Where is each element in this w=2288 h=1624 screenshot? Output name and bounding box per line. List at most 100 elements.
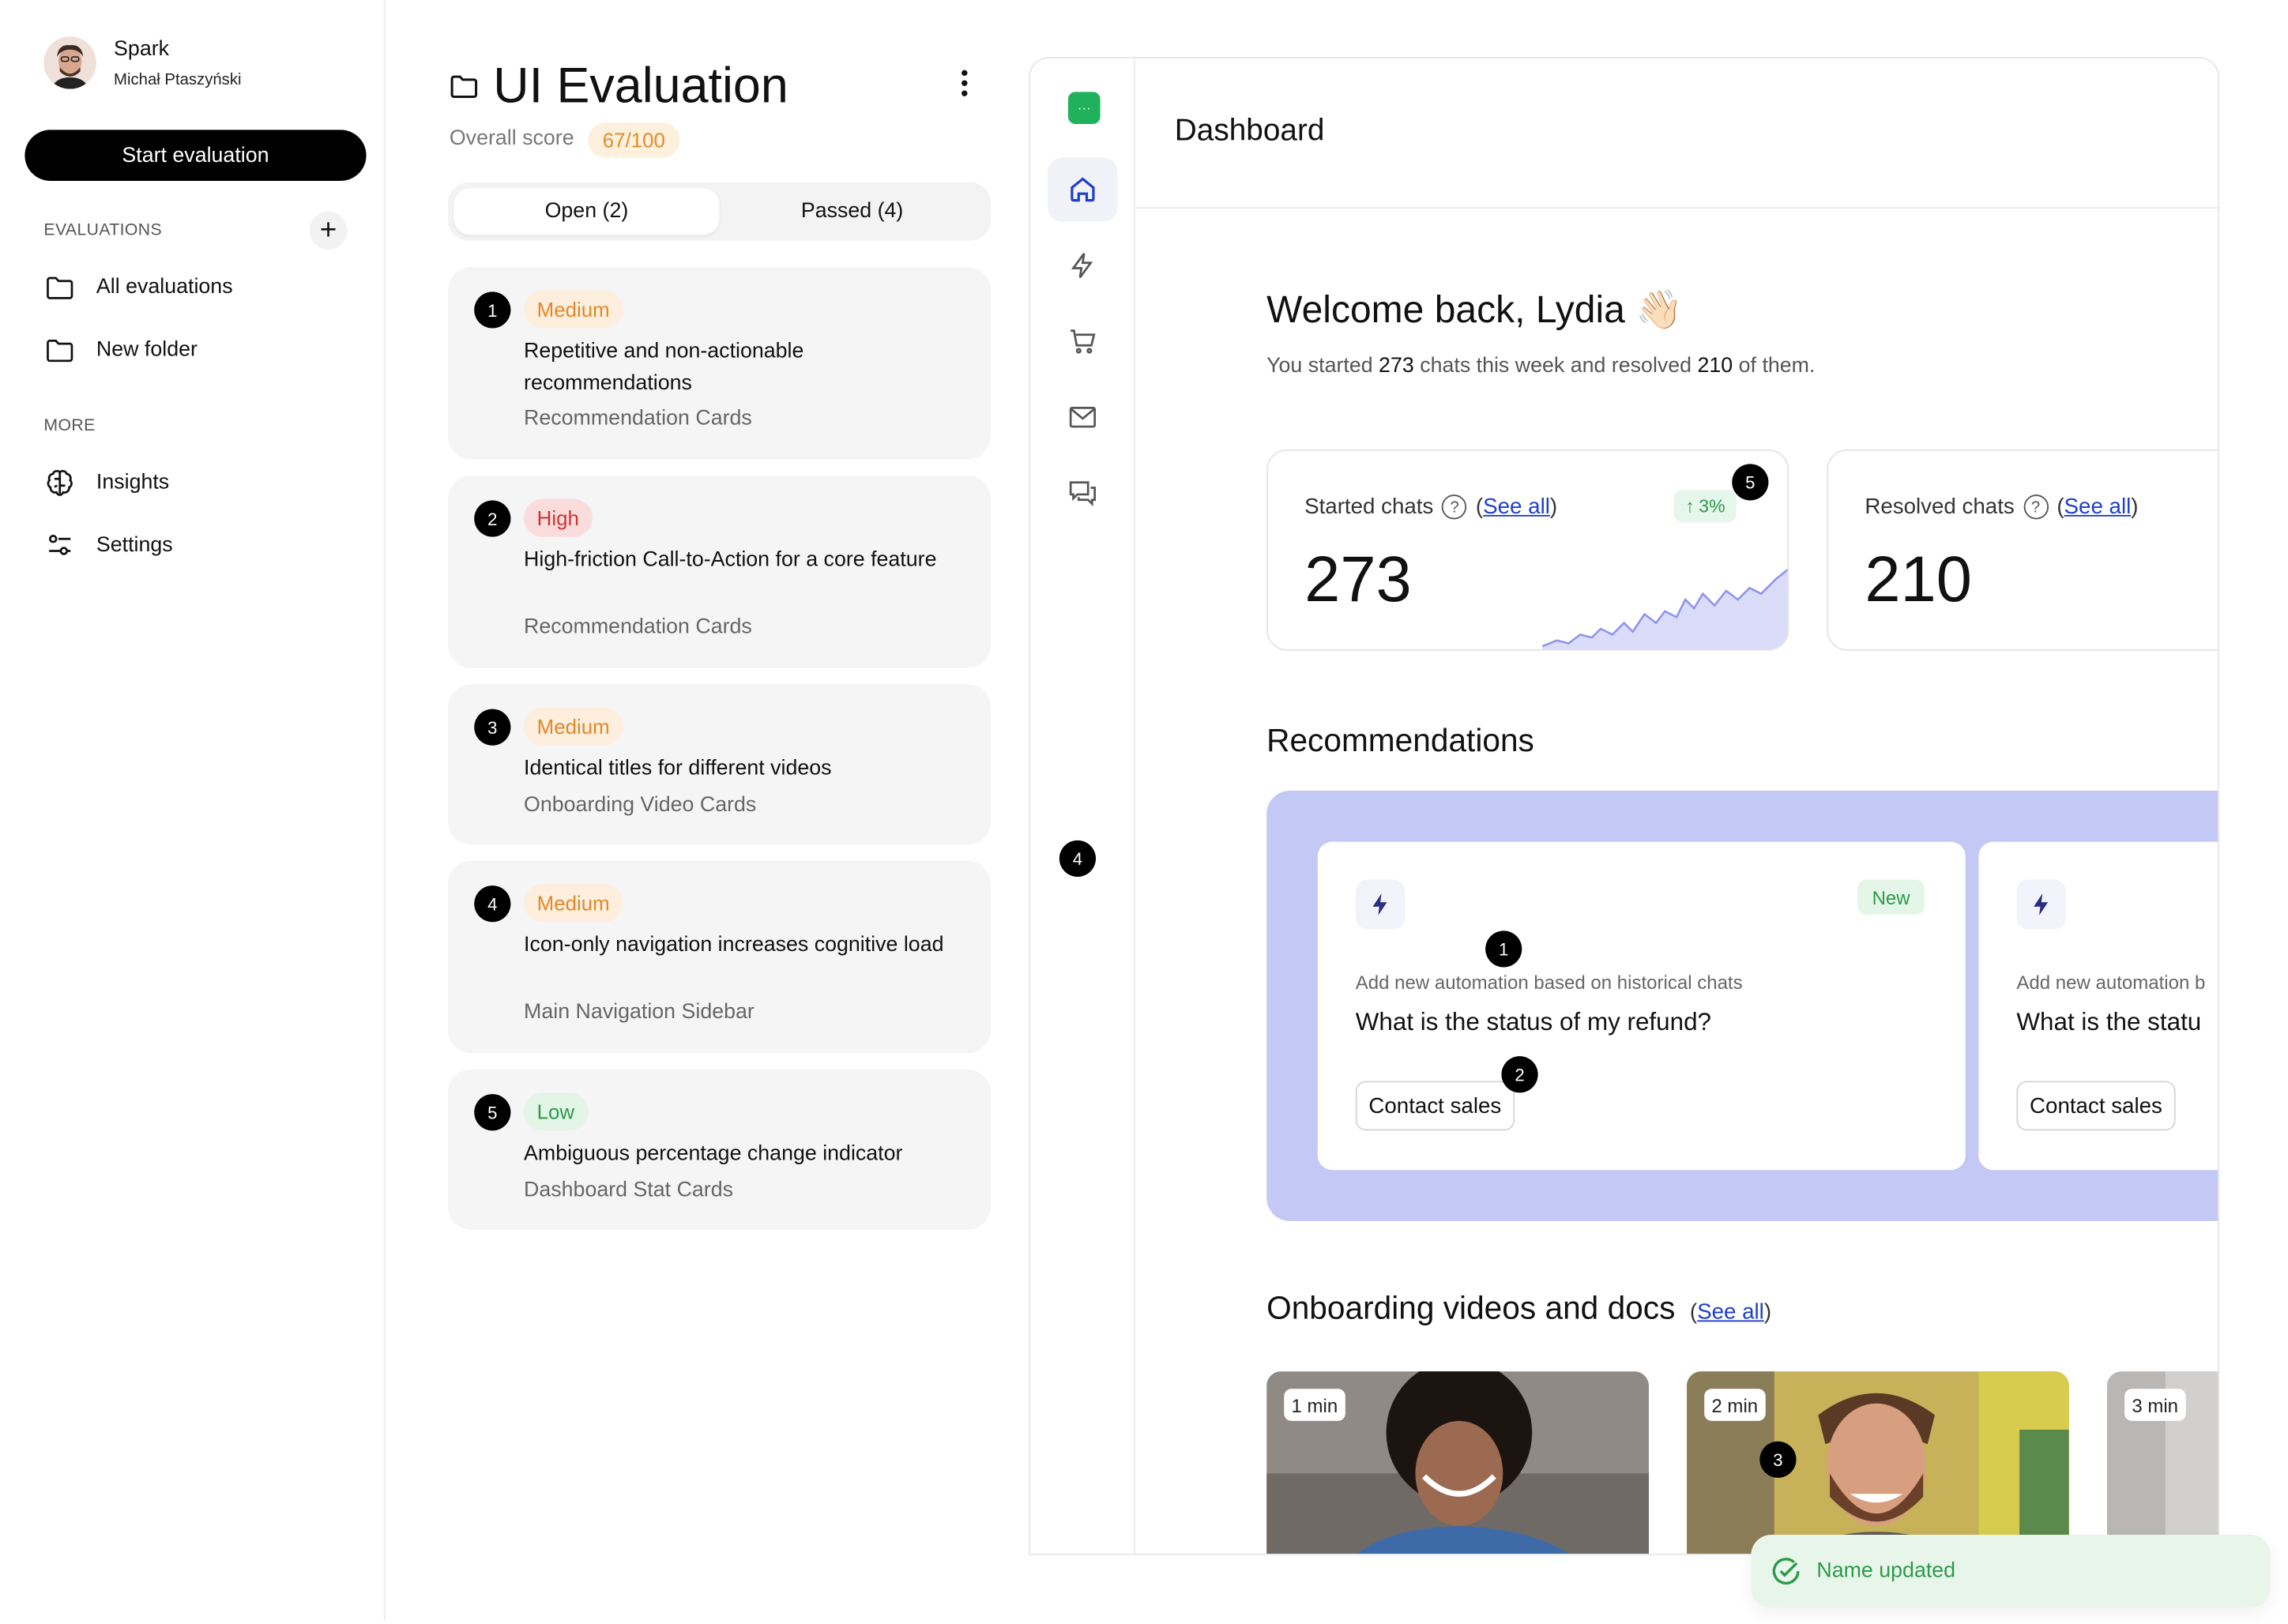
issue-title: Identical titles for different videos [524, 757, 832, 781]
stat-card-started: Started chats? (See all) 273 ↑ 3% 5 [1266, 449, 1789, 651]
kebab-icon [961, 70, 968, 77]
issue-component: Main Navigation Sidebar [524, 1000, 755, 1024]
onboarding-header: Onboarding videos and docs (See all) [1266, 1289, 1772, 1326]
delta-badge: ↑ 3% [1673, 490, 1737, 523]
severity-badge: Low [524, 1092, 588, 1131]
stat-card-resolved: Resolved chats? (See all) 210 [1827, 449, 2218, 651]
issue-number: 2 [474, 500, 511, 537]
sidebar-item-label: Insights [96, 471, 170, 495]
duration-badge: 3 min [2124, 1389, 2186, 1421]
issue-component: Recommendation Cards [524, 407, 752, 430]
rail-mail[interactable] [1048, 385, 1118, 449]
tab-open[interactable]: Open (2) [453, 188, 720, 235]
logo-icon: ··· [1067, 92, 1101, 124]
new-badge: New [1857, 879, 1925, 915]
recommendation-card[interactable]: Add new automation b What is the statu C… [1978, 841, 2218, 1171]
sidebar-item-all-evaluations[interactable]: All evaluations [43, 269, 233, 306]
issue-card[interactable]: 1 Medium Repetitive and non-actionable r… [447, 266, 992, 460]
toast-message: Name updated [1816, 1559, 1956, 1583]
contact-sales-button[interactable]: Contact sales [1355, 1081, 1515, 1131]
folder-icon [47, 340, 73, 363]
issue-tabs: Open (2) Passed (4) [447, 182, 992, 241]
cart-icon [1071, 329, 1096, 354]
sidebar-item-label: New folder [96, 338, 198, 363]
issue-title: Icon-only navigation increases cognitive… [524, 934, 944, 957]
add-evaluation-button[interactable]: + [309, 211, 348, 250]
sparkline [1542, 568, 1788, 649]
page-title: UI Evaluation [493, 58, 788, 115]
dashboard-title: Dashboard [1174, 114, 1325, 148]
mail-icon [1069, 407, 1096, 428]
rail-cart[interactable] [1048, 310, 1118, 374]
rail-home[interactable] [1048, 157, 1118, 222]
issue-component: Recommendation Cards [524, 615, 752, 639]
sliders-icon [49, 535, 71, 555]
stat-value: 210 [1865, 543, 1972, 616]
severity-badge: Medium [524, 290, 623, 329]
welcome-summary: You started 273 chats this week and reso… [1266, 354, 1816, 378]
toast-notification: Name updated [1751, 1534, 2271, 1608]
video-card[interactable]: 3 min [2106, 1371, 2218, 1554]
rail-automations[interactable] [1048, 234, 1118, 298]
severity-badge: Medium [524, 707, 623, 746]
help-icon[interactable]: ? [2023, 494, 2049, 520]
help-icon[interactable]: ? [1442, 494, 1467, 520]
recommendation-title: What is the statu [2016, 1008, 2202, 1036]
brain-icon [47, 469, 73, 496]
sidebar-item-label: All evaluations [96, 276, 233, 299]
see-all-link[interactable]: See all [1697, 1300, 1764, 1325]
see-all-link[interactable]: See all [2064, 494, 2132, 519]
issue-component: Dashboard Stat Cards [524, 1179, 734, 1202]
see-all-link[interactable]: See all [1483, 494, 1550, 519]
avatar[interactable] [43, 36, 96, 89]
rail-chat[interactable] [1048, 461, 1118, 525]
recommendation-card[interactable]: New 1 Add new automation based on histor… [1317, 841, 1966, 1171]
video-card[interactable]: 2 min 3 [1687, 1371, 2069, 1554]
recommendations-title: Recommendations [1266, 722, 1534, 759]
header-divider [1135, 207, 2218, 209]
recommendation-subtitle: Add new automation b [2016, 972, 2206, 994]
sidebar-item-label: Settings [96, 533, 173, 558]
duration-badge: 2 min [1704, 1389, 1766, 1421]
issue-title: Repetitive and non-actionable recommenda… [524, 340, 804, 396]
issue-number: 5 [474, 1094, 511, 1131]
issue-title: High-friction Call-to-Action for a core … [524, 548, 937, 572]
start-evaluation-button[interactable]: Start evaluation [24, 130, 367, 182]
issue-card[interactable]: 3 Medium Identical titles for different … [447, 684, 992, 845]
issue-card[interactable]: 5 Low Ambiguous percentage change indica… [447, 1069, 992, 1230]
stat-value: 273 [1304, 543, 1412, 616]
issue-card[interactable]: 2 High High-friction Call-to-Action for … [447, 476, 992, 668]
annotation-marker: 4 [1059, 840, 1097, 877]
video-card[interactable]: 1 min [1266, 1371, 1649, 1554]
folder-icon [47, 276, 73, 299]
onboarding-title: Onboarding videos and docs [1266, 1289, 1676, 1326]
arrow-up-icon: ↑ [1685, 495, 1695, 517]
user-name: Spark [114, 38, 170, 62]
app-sidebar: Spark Michał Ptaszyński Start evaluation… [0, 0, 386, 1621]
score-badge: 67/100 [588, 122, 680, 158]
issue-title: Ambiguous percentage change indicator [524, 1142, 903, 1166]
issue-number: 3 [474, 709, 511, 746]
sidebar-item-insights[interactable]: Insights [43, 464, 169, 502]
bolt-icon [2016, 879, 2067, 930]
bolt-icon [1355, 879, 1406, 930]
icon-rail: ··· 4 [1030, 58, 1135, 1554]
more-options-button[interactable] [948, 64, 980, 102]
plus-icon: + [319, 213, 337, 246]
issue-component: Onboarding Video Cards [524, 793, 757, 818]
issue-card[interactable]: 4 Medium Icon-only navigation increases … [447, 860, 992, 1054]
stat-label: Resolved chats [1865, 494, 2015, 520]
user-subtitle: Michał Ptaszyński [114, 71, 242, 89]
contact-sales-button[interactable]: Contact sales [2016, 1081, 2176, 1131]
sidebar-item-new-folder[interactable]: New folder [43, 331, 198, 369]
overall-score-label: Overall score [449, 126, 574, 151]
sidebar-item-settings[interactable]: Settings [43, 527, 173, 565]
check-circle-icon [1772, 1558, 1800, 1585]
recommendation-title: What is the status of my refund? [1355, 1008, 1712, 1036]
severity-badge: Medium [524, 884, 623, 923]
tab-passed[interactable]: Passed (4) [720, 188, 985, 235]
stat-label: Started chats [1304, 494, 1434, 520]
recommendation-subtitle: Add new automation based on historical c… [1355, 972, 1743, 994]
annotation-marker: 3 [1759, 1441, 1797, 1478]
duration-badge: 1 min [1284, 1389, 1345, 1421]
